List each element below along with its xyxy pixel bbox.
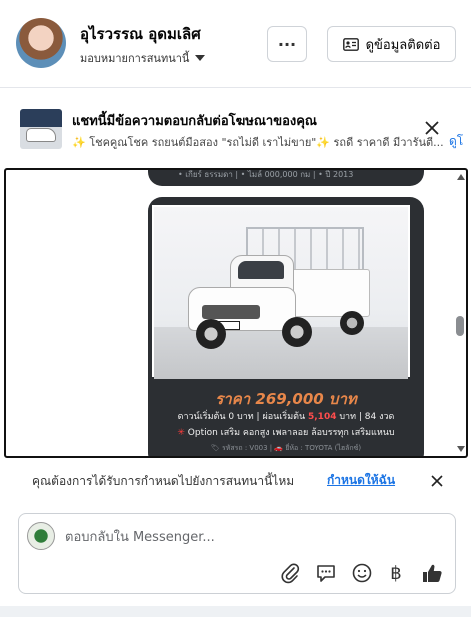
- scroll-down-arrow-icon[interactable]: [457, 446, 465, 452]
- truck-window: [238, 261, 284, 279]
- avatar[interactable]: [16, 18, 66, 68]
- bottom-strip: [0, 606, 471, 617]
- previous-message-caption: • เกียร์ ธรรมดา | • ไมล์ 000,000 กม | • …: [178, 170, 354, 179]
- rear-wheel: [340, 311, 364, 335]
- assign-dropdown-label: มอบหมายการสนทนานี้: [80, 52, 190, 65]
- message-thread[interactable]: • เกียร์ ธรรมดา | • ไมล์ 000,000 กม | • …: [4, 168, 468, 458]
- payment-icon[interactable]: ฿: [385, 562, 407, 584]
- terms-suffix: บาท | 84 งวด: [336, 412, 395, 422]
- car-meta: 🏷 รหัสรถ : V003 | 🚗 ยี่ห้อ : TOYOTA (ไฮล…: [210, 444, 362, 452]
- scrollbar[interactable]: [454, 170, 466, 456]
- close-icon[interactable]: [422, 118, 442, 138]
- paperclip-icon[interactable]: [279, 562, 301, 584]
- front-wheel-right: [282, 317, 312, 347]
- thumbs-up-icon[interactable]: [421, 562, 443, 584]
- scrollbar-thumb[interactable]: [456, 316, 464, 336]
- assign-prompt: คุณต้องการได้รับการกำหนดไปยังการสนทนานี้…: [0, 460, 471, 500]
- payment-terms: ดาวน์เริ่มต้น 0 บาท | ผ่อนเริ่มต้น 5,104…: [148, 409, 424, 423]
- asterisk-icon: ✳: [177, 428, 185, 438]
- floor: [154, 327, 408, 379]
- ad-message-bubble[interactable]: ราคา 269,000 บาท ดาวน์เริ่มต้น 0 บาท | ผ…: [148, 197, 424, 456]
- contact-card-icon: [342, 37, 359, 51]
- options-label: Option เสริม คอกสูง เพลาลอย ล้อบรรทุก เส…: [184, 428, 395, 438]
- terms-amount: 5,104: [308, 412, 337, 422]
- caret-down-icon: [195, 55, 206, 61]
- previous-message-bubble: • เกียร์ ธรรมดา | • ไมล์ 000,000 กม | • …: [148, 170, 424, 186]
- more-options-label: ···: [277, 34, 297, 54]
- view-contact-label: ดูข้อมูลติดต่อ: [365, 37, 441, 53]
- close-icon[interactable]: [428, 472, 446, 490]
- car-image: [27, 129, 55, 141]
- terms-prefix: ดาวน์เริ่มต้น 0 บาท | ผ่อนเริ่มต้น: [177, 412, 308, 422]
- ad-reply-title: แชทนี้มีข้อความตอบกลับต่อโฆษณาของคุณ: [72, 114, 317, 129]
- page-logo: [27, 522, 55, 550]
- ad-caption: ✨ โชคคูณโชค รถยนต์มือสอง "รถไม่ดี เราไม่…: [72, 136, 444, 149]
- price-text: ราคา 269,000 บาท: [215, 390, 357, 408]
- scroll-up-arrow-icon[interactable]: [457, 174, 465, 180]
- assign-to-me-link[interactable]: กำหนดให้ฉัน: [327, 471, 395, 490]
- emoji-icon[interactable]: [351, 562, 373, 584]
- options-text: ✳ Option เสริม คอกสูง เพลาลอย ล้อบรรทุก …: [148, 425, 424, 439]
- reply-input[interactable]: [65, 527, 425, 547]
- view-contact-button[interactable]: ดูข้อมูลติดต่อ: [327, 26, 456, 62]
- assign-question: คุณต้องการได้รับการกำหนดไปยังการสนทนานี้…: [32, 474, 295, 488]
- front-wheel: [196, 319, 226, 349]
- truck-photo[interactable]: [152, 205, 410, 379]
- assign-dropdown[interactable]: มอบหมายการสนทนานี้: [80, 49, 206, 67]
- ad-reply-banner: แชทนี้มีข้อความตอบกลับต่อโฆษณาของคุณ ✨ โ…: [0, 96, 471, 166]
- customer-name[interactable]: อุไรวรรณ อุดมเลิศ: [80, 22, 201, 46]
- truck-grill: [202, 305, 260, 319]
- conversation-header: อุไรวรรณ อุดมเลิศ มอบหมายการสนทนานี้ ···…: [0, 0, 471, 88]
- ad-thumbnail[interactable]: [20, 109, 62, 149]
- more-options-button[interactable]: ···: [267, 26, 307, 62]
- reply-composer: ฿: [18, 513, 456, 594]
- saved-replies-icon[interactable]: [315, 562, 337, 584]
- view-ad-link[interactable]: ดูโ: [449, 132, 471, 151]
